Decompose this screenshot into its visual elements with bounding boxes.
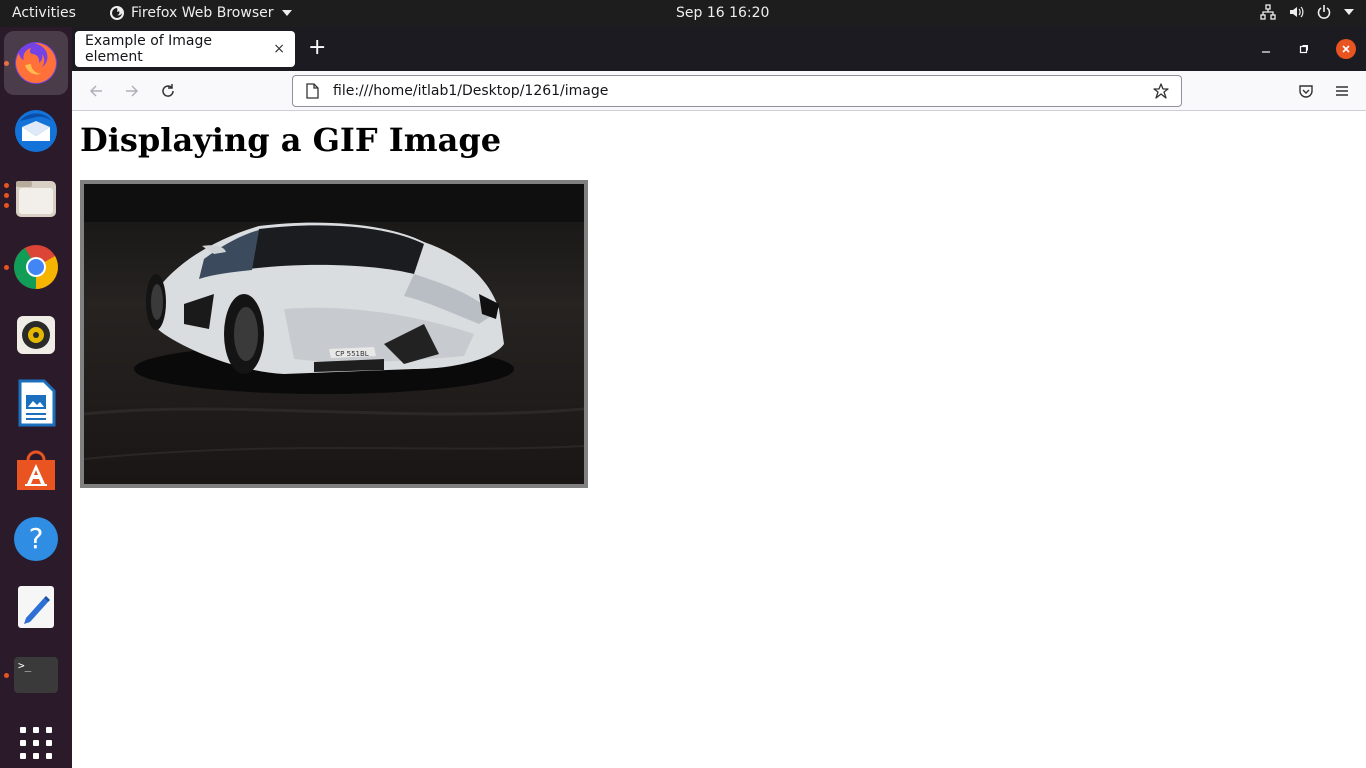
minimize-icon[interactable]	[1260, 43, 1272, 55]
back-arrow-icon	[89, 85, 102, 97]
dock-help[interactable]: ?	[4, 507, 68, 571]
reload-button[interactable]	[158, 81, 178, 101]
chevron-down-icon	[281, 10, 292, 16]
dock-app-grid[interactable]	[4, 711, 68, 768]
help-icon: ?	[14, 517, 58, 561]
hamburger-icon	[1336, 86, 1348, 96]
rhythmbox-icon	[17, 316, 55, 354]
text-editor-icon	[18, 586, 54, 628]
bookmark-star-icon[interactable]	[1153, 83, 1169, 99]
dock-writer[interactable]	[4, 371, 68, 435]
menu-down-icon	[1344, 9, 1354, 15]
dock-files[interactable]	[4, 167, 68, 231]
system-tray[interactable]	[1260, 4, 1354, 20]
tab-image-example[interactable]: Example of Image element ×	[75, 31, 295, 67]
software-icon	[17, 450, 55, 490]
dock: ? >_	[0, 27, 72, 768]
pocket-button[interactable]	[1296, 81, 1316, 101]
thunderbird-icon	[15, 110, 57, 152]
forward-arrow-icon	[126, 85, 139, 97]
new-tab-button[interactable]: +	[308, 37, 326, 59]
dock-firefox[interactable]	[4, 31, 68, 95]
window-controls	[1260, 39, 1356, 59]
close-window-button[interactable]	[1336, 39, 1356, 59]
car-gif-image: CP 551BL	[80, 180, 588, 488]
tab-close-icon[interactable]: ×	[273, 41, 285, 57]
nav-toolbar: file:///home/itlab1/Desktop/1261/image	[72, 71, 1366, 111]
volume-icon	[1290, 6, 1304, 18]
maximize-icon[interactable]	[1298, 43, 1310, 55]
app-menu-button[interactable]	[1332, 81, 1352, 101]
page-icon	[306, 83, 319, 99]
chrome-icon	[14, 245, 58, 289]
dock-chrome[interactable]	[4, 235, 68, 299]
license-plate-text: CP 551BL	[335, 350, 368, 358]
files-icon	[16, 181, 56, 217]
dock-terminal[interactable]: >_	[4, 643, 68, 707]
terminal-icon: >_	[14, 657, 58, 693]
close-icon	[1342, 45, 1350, 53]
power-icon	[1317, 5, 1331, 19]
dock-text-editor[interactable]	[4, 575, 68, 639]
terminal-prompt: >_	[18, 659, 32, 672]
tab-title: Example of Image element	[85, 33, 212, 65]
clock[interactable]: Sep 16 16:20	[676, 5, 769, 21]
forward-button[interactable]	[122, 81, 142, 101]
tab-bar: Example of Image element × +	[72, 27, 1366, 71]
pocket-icon	[1299, 85, 1313, 98]
activities-button[interactable]: Activities	[12, 5, 76, 21]
dock-rhythmbox[interactable]	[4, 303, 68, 367]
page-heading: Displaying a GIF Image	[80, 121, 502, 159]
app-grid-icon	[20, 727, 52, 759]
url-bar[interactable]: file:///home/itlab1/Desktop/1261/image	[292, 75, 1182, 107]
reload-icon	[162, 84, 174, 97]
app-menu[interactable]: Firefox Web Browser	[109, 5, 292, 21]
app-menu-label: Firefox Web Browser	[131, 5, 274, 21]
network-icon	[1260, 4, 1276, 20]
dock-software[interactable]	[4, 439, 68, 503]
dock-thunderbird[interactable]	[4, 99, 68, 163]
car-image: CP 551BL	[84, 184, 584, 484]
page-content: Displaying a GIF Image CP 551BL	[72, 111, 1366, 768]
firefox-window: Example of Image element × + file:///hom…	[72, 27, 1366, 768]
back-button[interactable]	[86, 81, 106, 101]
url-text: file:///home/itlab1/Desktop/1261/image	[333, 83, 609, 99]
firefox-small-icon	[110, 6, 124, 20]
firefox-icon	[15, 42, 57, 84]
svg-text:?: ?	[29, 522, 44, 555]
top-bar: Activities Firefox Web Browser Sep 16 16…	[0, 0, 1366, 27]
writer-icon	[18, 379, 56, 427]
